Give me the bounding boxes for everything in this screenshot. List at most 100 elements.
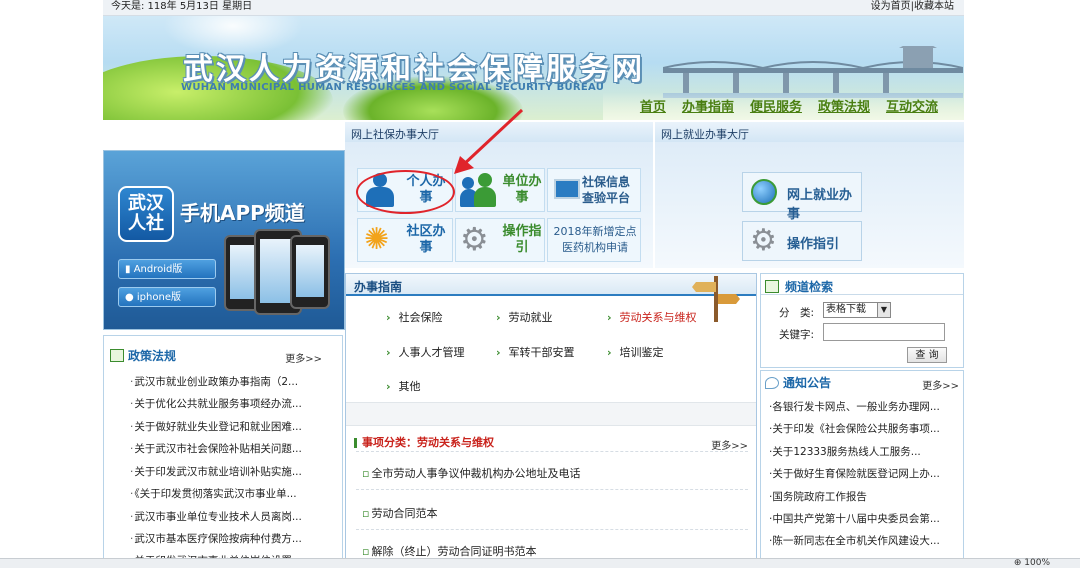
info-verify-label: 社保信息查验平台 — [582, 175, 631, 205]
bridge-skyline-illustration — [663, 46, 963, 98]
arrow-icon: › — [496, 311, 501, 324]
arrow-icon: › — [607, 311, 612, 324]
bullet-icon: · — [130, 443, 134, 455]
android-icon: ▮ — [125, 264, 134, 275]
green-bar-icon — [354, 438, 357, 448]
phone-illustration — [290, 235, 330, 309]
guide-more-link[interactable]: 更多>> — [711, 437, 748, 452]
annotation-arrow — [454, 108, 524, 174]
nav-interaction[interactable]: 互动交流 — [886, 96, 938, 118]
guide-item-label: 劳动就业 — [508, 311, 553, 324]
hall-title: 网上社保办事大厅 — [351, 128, 439, 141]
notice-list-item[interactable]: ·各银行发卡网点、一般业务办理网... — [769, 399, 940, 414]
category-list-item[interactable]: ▫ 全市劳动人事争议仲裁机构办公地址及电话 — [362, 465, 580, 481]
chat-bubble-icon — [110, 349, 124, 362]
notice-list-item[interactable]: ·国务院政府工作报告 — [769, 489, 867, 504]
new-designated-institution-tile[interactable]: 2018年新增定点医药机构申请 — [547, 218, 641, 262]
policy-list-item[interactable]: ·武汉市就业创业政策办事指南（2... — [130, 374, 298, 389]
policy-item-label: 《关于印发贯彻落实武汉市事业单... — [134, 488, 297, 500]
notice-more-link[interactable]: 更多>> — [922, 377, 959, 392]
android-button[interactable]: ▮ Android版 — [118, 259, 216, 279]
category-item-label: 解除（终止）劳动合同证明书范本 — [371, 545, 537, 558]
policy-list-item[interactable]: ·武汉市基本医疗保险按病种付费方... — [130, 531, 302, 546]
category-select[interactable]: 表格下载 ▼ — [823, 302, 891, 318]
policy-list-item[interactable]: ·关于武汉市社会保险补贴相关问题... — [130, 441, 302, 456]
new-designated-institution-label: 2018年新增定点医药机构申请 — [553, 225, 637, 254]
online-employment-label: 网上就业办事 — [787, 188, 853, 222]
guide-item-label: 其他 — [398, 380, 421, 393]
site-subtitle: WUHAN MUNICIPAL HUMAN RESOURCES AND SOCI… — [181, 82, 605, 93]
notice-list-item[interactable]: ·陈一新同志在全市机关作风建设大... — [769, 533, 940, 548]
bullet-icon: ▫ — [362, 467, 370, 480]
bullet-icon: · — [130, 421, 134, 433]
search-button[interactable]: 查 询 — [907, 347, 947, 363]
nav-policy[interactable]: 政策法规 — [818, 96, 870, 118]
employment-hall: 网上就业办事大厅 网上就业办事 ⚙ 操作指引 — [655, 122, 964, 268]
gear-icon: ⚙ — [750, 223, 777, 258]
nav-guide[interactable]: 办事指南 — [682, 96, 734, 118]
community-service-label: 社区办事 — [406, 224, 446, 255]
search-title: 频道检索 — [785, 280, 834, 294]
policy-more-link[interactable]: 更多>> — [285, 350, 322, 365]
notice-list-item[interactable]: ·中国共产党第十八届中央委员会第... — [769, 511, 940, 526]
notice-list-item[interactable]: ·关于印发《社会保险公共服务事项... — [769, 421, 940, 436]
arrow-icon: › — [386, 311, 391, 324]
set-homepage-link[interactable]: 设为首页 — [871, 1, 911, 12]
notice-list-item[interactable]: ·关于12333服务热线人工服务... — [769, 444, 921, 459]
keyword-input[interactable] — [823, 323, 945, 341]
guide-item-labor-relations[interactable]: › 劳动关系与维权 — [607, 309, 697, 325]
guide-item-social-insurance[interactable]: › 社会保险 — [386, 309, 443, 325]
policy-list-item[interactable]: ·关于印发武汉市就业培训补贴实施... — [130, 464, 302, 479]
arrow-icon: › — [607, 346, 612, 359]
iphone-label: iphone版 — [136, 292, 181, 303]
top-links: 设为首页|收藏本站 — [871, 0, 954, 14]
bullet-icon: ▫ — [362, 507, 370, 520]
policy-list-item[interactable]: ·《关于印发贯彻落实武汉市事业单... — [130, 486, 297, 501]
online-employment-button[interactable]: 网上就业办事 — [742, 172, 862, 222]
notice-list-item[interactable]: ·关于做好生育保险就医登记网上办... — [769, 466, 940, 481]
iphone-button[interactable]: ● iphone版 — [118, 287, 216, 307]
policy-list-item[interactable]: ·关于优化公共就业服务事项经办流... — [130, 396, 302, 411]
apple-icon: ● — [125, 292, 137, 303]
policy-list-item[interactable]: ·关于做好就业失业登记和就业困难... — [130, 419, 302, 434]
category-label: 分 类: — [779, 307, 815, 319]
guide-item-label: 培训鉴定 — [619, 346, 664, 359]
chevron-down-icon[interactable]: ▼ — [877, 303, 890, 317]
nav-home[interactable]: 首页 — [640, 96, 666, 118]
signpost-icon — [692, 276, 740, 322]
category-list-item[interactable]: ▫ 劳动合同范本 — [362, 505, 437, 521]
bullet-icon: · — [130, 466, 134, 478]
bullet-icon: ▫ — [362, 545, 370, 558]
operation-guide-tile[interactable]: ⚙ 操作指引 — [455, 218, 545, 262]
policy-item-label: 关于武汉市社会保险补贴相关问题... — [134, 443, 302, 455]
guide-item-label: 社会保险 — [398, 311, 443, 324]
keyword-label: 关键字: — [779, 329, 815, 341]
policy-item-label: 关于优化公共就业服务事项经办流... — [134, 398, 302, 410]
policy-item-label: 关于印发武汉市就业培训补贴实施... — [134, 466, 302, 478]
category-list-item[interactable]: ▫ 解除（终止）劳动合同证明书范本 — [362, 543, 536, 559]
community-service-tile[interactable]: ✺ 社区办事 — [357, 218, 453, 262]
policy-item-label: 关于做好就业失业登记和就业困难... — [134, 421, 302, 433]
bookmark-link[interactable]: 收藏本站 — [914, 1, 954, 12]
guide-item-personnel[interactable]: › 人事人才管理 — [386, 344, 465, 360]
policy-list-item[interactable]: ·武汉市事业单位专业技术人员离岗... — [130, 509, 302, 524]
category-select-value: 表格下载 — [826, 304, 866, 315]
guide-item-training[interactable]: › 培训鉴定 — [607, 344, 664, 360]
nav-services[interactable]: 便民服务 — [750, 96, 802, 118]
job-operation-guide-button[interactable]: ⚙ 操作指引 — [742, 221, 862, 261]
category-item-label: 劳动合同范本 — [371, 507, 438, 520]
guide-item-military-transfer[interactable]: › 军转干部安置 — [496, 344, 575, 360]
guide-item-employment[interactable]: › 劳动就业 — [496, 309, 553, 325]
job-operation-guide-label: 操作指引 — [787, 237, 840, 252]
mobile-app-panel[interactable]: 武汉人社 手机APP频道 ▮ Android版 ● iphone版 — [103, 150, 345, 330]
guide-item-other[interactable]: › 其他 — [386, 378, 421, 394]
info-verify-tile[interactable]: 社保信息查验平台 — [547, 168, 641, 212]
section-divider — [346, 402, 756, 426]
monitor-icon — [554, 179, 580, 199]
guide-title: 办事指南 — [354, 280, 403, 294]
notice-title: 通知公告 — [783, 376, 832, 390]
app-channel-title: 手机APP频道 — [180, 201, 305, 225]
category-item-label: 全市劳动人事争议仲裁机构办公地址及电话 — [371, 467, 581, 480]
arrow-icon: › — [386, 346, 391, 359]
category-label: 事项分类： — [362, 436, 417, 449]
